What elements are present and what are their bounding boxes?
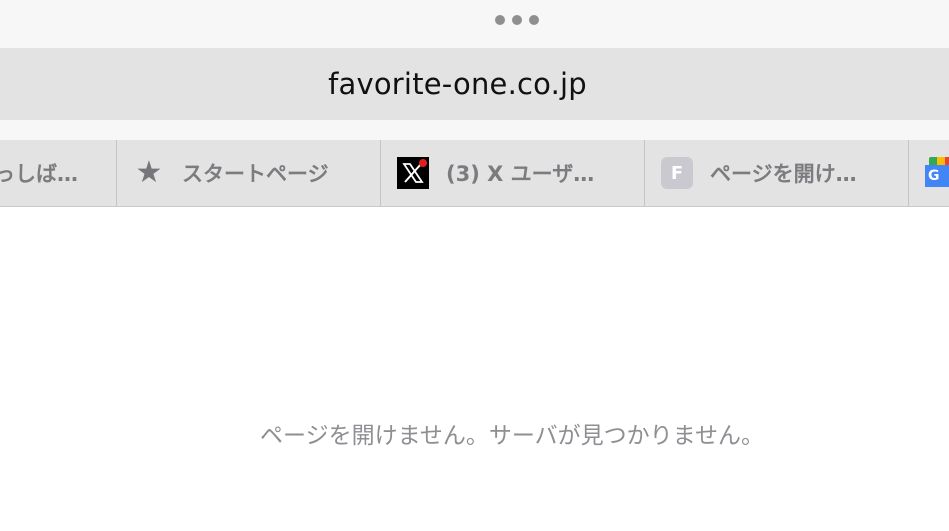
tab-cannot-open-page[interactable]: F ページを開け… <box>645 140 909 206</box>
toolbar-gap <box>0 120 949 140</box>
more-dots-icon[interactable] <box>495 14 539 26</box>
x-logo-icon <box>396 156 430 190</box>
address-bar[interactable]: favorite-one.co.jp <box>0 48 949 120</box>
page-error-message: ページを開けません。サーバが見つかりません。 <box>260 423 764 449</box>
address-url[interactable]: favorite-one.co.jp <box>328 67 587 101</box>
tab-strip: っしば… ★ スタートページ (3) X ユーザ… F ページを開け… G <box>0 140 949 207</box>
notification-dot-icon <box>419 159 427 167</box>
tab-label: スタートページ <box>182 162 329 186</box>
dot <box>512 15 522 25</box>
star-icon: ★ <box>135 155 163 190</box>
tab-label: (3) X ユーザ… <box>446 162 595 186</box>
dot <box>529 15 539 25</box>
tab-label: っしば… <box>0 162 78 186</box>
tab-partial-right[interactable]: G <box>909 140 949 206</box>
f-letter-icon: F <box>660 156 694 190</box>
tab-partial-left[interactable]: っしば… <box>0 140 117 206</box>
tab-label: ページを開け… <box>710 162 857 186</box>
dot <box>495 15 505 25</box>
tab-start-page[interactable]: ★ スタートページ <box>117 140 381 206</box>
top-chrome <box>0 0 949 48</box>
google-news-icon: G <box>925 157 949 189</box>
tab-x-user[interactable]: (3) X ユーザ… <box>381 140 645 206</box>
